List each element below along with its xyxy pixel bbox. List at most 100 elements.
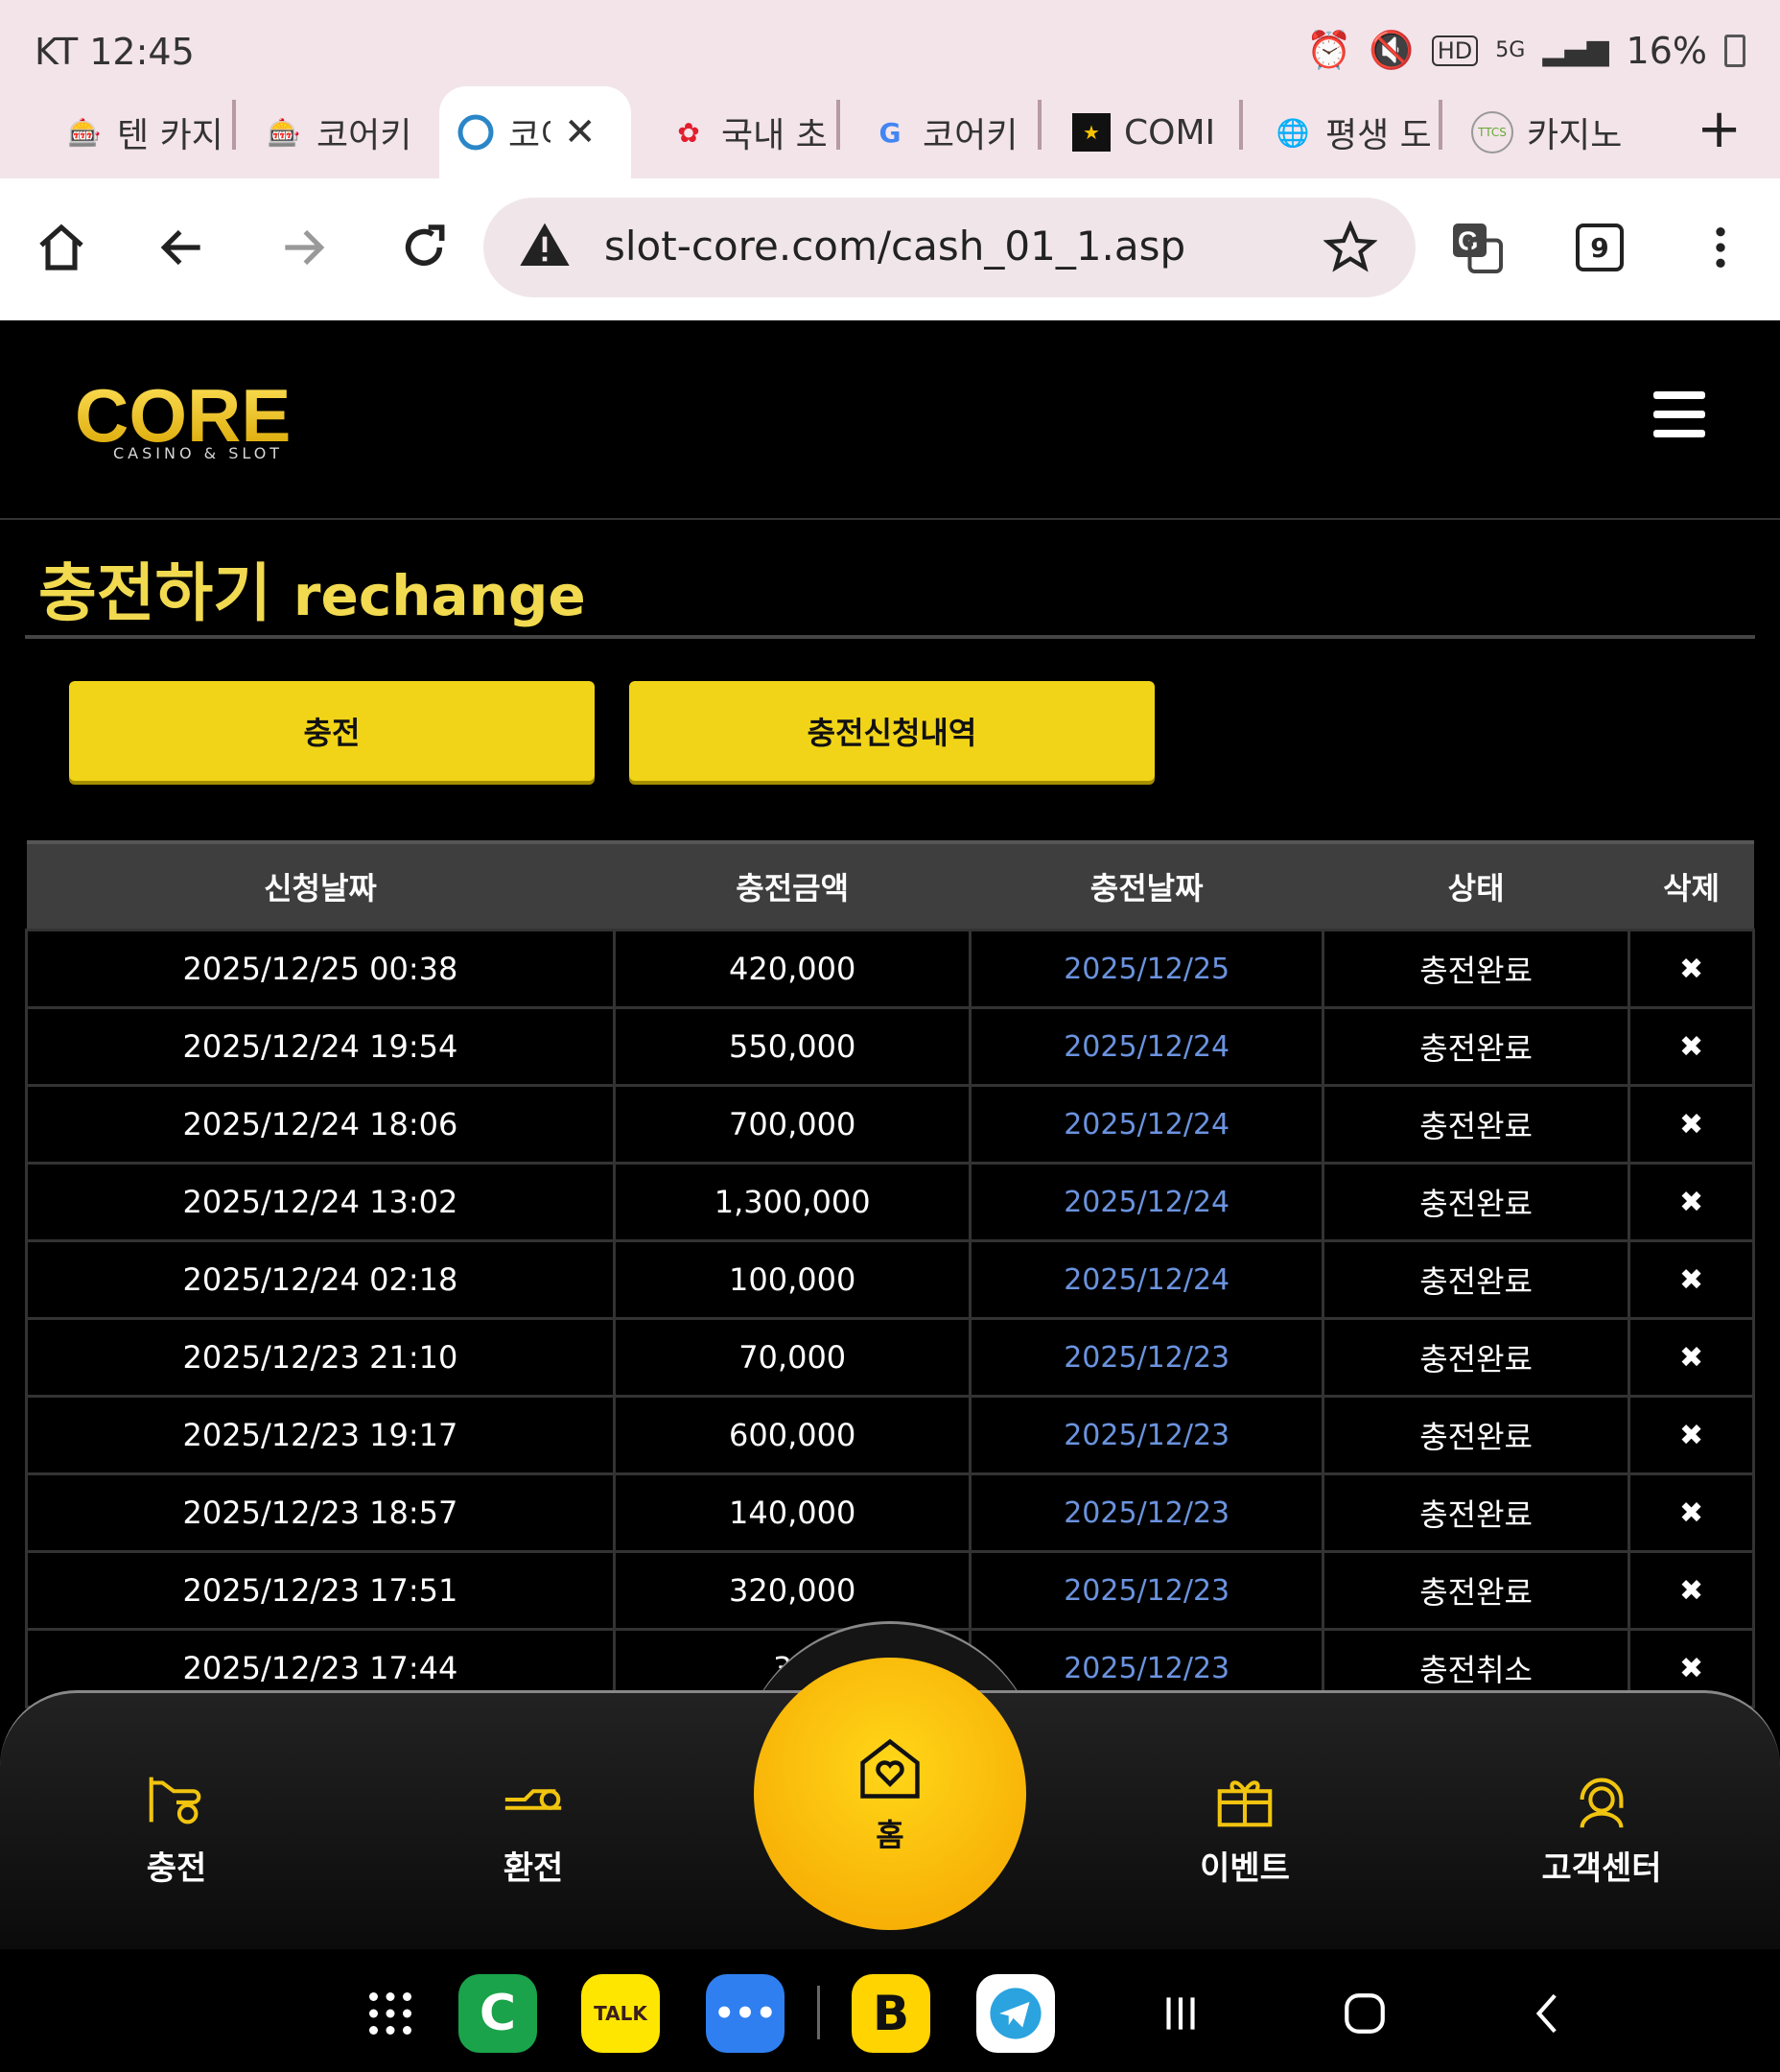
table-header-row: 신청날짜 충전금액 충전날짜 상태 삭제	[26, 840, 1754, 930]
tab-separator	[1239, 100, 1243, 150]
home-icon[interactable]	[31, 217, 92, 278]
bookmark-star-icon[interactable]	[1323, 220, 1378, 278]
tab-strip: 🎰 텐 카지 🎰 코어키 코이 ✕ ✿ 국내 초 G 코어키 ★ COMI 🌐 …	[0, 86, 1780, 178]
delete-icon[interactable]: ✖	[1628, 1472, 1755, 1553]
new-tab-icon[interactable]: +	[1697, 98, 1742, 160]
col-header-status: 상태	[1323, 840, 1629, 930]
url-text[interactable]: slot-core.com/cash_01_1.asp	[604, 223, 1185, 270]
status: 충전완료	[1321, 1084, 1631, 1165]
tab-1[interactable]: 🎰 코어키	[247, 86, 439, 178]
delete-icon[interactable]: ✖	[1628, 1239, 1755, 1320]
tab-count: 9	[1576, 224, 1624, 271]
apps-grid-icon[interactable]	[351, 1974, 430, 2053]
more-menu-icon[interactable]	[1690, 217, 1751, 278]
delete-icon[interactable]: ✖	[1628, 1395, 1755, 1475]
close-tab-icon[interactable]: ✕	[564, 110, 597, 154]
circle-icon	[457, 113, 495, 152]
hd-icon: HD	[1431, 35, 1479, 66]
table-row: 2025/12/23 19:17 600,000 2025/12/23 충전완료…	[25, 1395, 1755, 1475]
tab-switcher-button[interactable]: 9	[1569, 217, 1630, 278]
home-system-icon[interactable]	[1325, 1974, 1404, 2053]
status: 충전완료	[1321, 1472, 1631, 1553]
back-system-icon[interactable]	[1510, 1974, 1588, 2053]
charge-date-link[interactable]: 2025/12/25	[969, 929, 1324, 1009]
request-date: 2025/12/24 18:06	[25, 1084, 616, 1165]
nav-event-label: 이벤트	[1200, 1849, 1290, 1888]
kakaotalk-app-icon[interactable]: TALK	[581, 1974, 660, 2053]
nav-event[interactable]: 이벤트	[1149, 1765, 1341, 1889]
col-header-request-date: 신청날짜	[26, 840, 615, 930]
charge-date-link[interactable]: 2025/12/24	[969, 1162, 1324, 1242]
amount: 100,000	[612, 1239, 972, 1320]
recharge-history-button[interactable]: 충전신청내역	[629, 681, 1155, 781]
tab-label: 코이	[508, 116, 550, 155]
back-arrow-icon[interactable]	[152, 217, 213, 278]
table-row: 2025/12/24 19:54 550,000 2025/12/24 충전완료…	[25, 1006, 1755, 1087]
status: 충전완료	[1321, 1550, 1631, 1631]
delete-icon[interactable]: ✖	[1628, 1084, 1755, 1165]
tab-4[interactable]: G 코어키	[854, 86, 1045, 178]
status: 충전완료	[1321, 1239, 1631, 1320]
logo-tagline: CASINO & SLOT	[113, 444, 284, 462]
delete-icon[interactable]: ✖	[1628, 1317, 1755, 1398]
charge-date-link[interactable]: 2025/12/24	[969, 1006, 1324, 1087]
charge-date-link[interactable]: 2025/12/23	[969, 1317, 1324, 1398]
slot-machine-icon: 🎰	[267, 116, 301, 149]
tab-2-active[interactable]: 코이 ✕	[439, 86, 631, 178]
hand-coin-icon	[81, 1765, 272, 1834]
home-button[interactable]: 홈	[754, 1658, 1026, 1930]
translate-icon[interactable]: G	[1446, 217, 1508, 278]
charge-date-link[interactable]: 2025/12/23	[969, 1472, 1324, 1553]
amount: 700,000	[612, 1084, 972, 1165]
tab-separator	[1038, 100, 1042, 150]
tab-5[interactable]: ★ COMI	[1055, 86, 1247, 178]
tab-3[interactable]: ✿ 국내 초	[652, 86, 844, 178]
table-row: 2025/12/24 18:06 700,000 2025/12/24 충전완료…	[25, 1084, 1755, 1165]
request-date: 2025/12/24 13:02	[25, 1162, 616, 1242]
table-row: 2025/12/23 17:51 320,000 2025/12/23 충전완료…	[25, 1550, 1755, 1631]
table-row: 2025/12/25 00:38 420,000 2025/12/25 충전완료…	[25, 929, 1755, 1009]
tab-separator	[836, 100, 840, 150]
col-header-charge-date: 충전날짜	[970, 840, 1323, 930]
flower-icon: ✿	[677, 116, 700, 149]
tab-6[interactable]: 🌐 평생 도	[1256, 86, 1448, 178]
charge-date-link[interactable]: 2025/12/23	[969, 1395, 1324, 1475]
address-bar[interactable]: slot-core.com/cash_01_1.asp	[483, 198, 1416, 297]
page-title: 충전하기 rechange	[38, 542, 586, 634]
recharge-button[interactable]: 충전	[69, 681, 595, 781]
charge-date-link[interactable]: 2025/12/24	[969, 1239, 1324, 1320]
nav-exchange[interactable]: 환전	[437, 1765, 629, 1889]
reload-icon[interactable]	[393, 217, 455, 278]
tab-7[interactable]: TTCS 카지노	[1454, 86, 1650, 178]
delete-icon[interactable]: ✖	[1628, 1162, 1755, 1242]
status: 충전완료	[1321, 1317, 1631, 1398]
tab-label: 코어키	[923, 116, 1019, 155]
request-date: 2025/12/23 18:57	[25, 1472, 616, 1553]
status: 충전완료	[1321, 1162, 1631, 1242]
hamburger-menu-icon[interactable]	[1653, 391, 1705, 439]
telegram-app-icon[interactable]	[976, 1974, 1055, 2053]
delete-icon[interactable]: ✖	[1628, 1550, 1755, 1631]
amount: 1,300,000	[612, 1162, 972, 1242]
amount: 600,000	[612, 1395, 972, 1475]
mute-icon: 🔇	[1369, 29, 1415, 71]
amount: 70,000	[612, 1317, 972, 1398]
charge-date-link[interactable]: 2025/12/23	[969, 1550, 1324, 1631]
table-row: 2025/12/24 02:18 100,000 2025/12/24 충전완료…	[25, 1239, 1755, 1320]
nav-support[interactable]: 고객센터	[1506, 1765, 1698, 1889]
tab-0[interactable]: 🎰 텐 카지	[48, 86, 240, 178]
messages-app-icon[interactable]: •••	[706, 1974, 785, 2053]
delete-icon[interactable]: ✖	[1628, 929, 1755, 1009]
tab-label: 텐 카지	[117, 116, 222, 155]
warning-icon[interactable]	[518, 219, 572, 276]
forward-arrow-icon[interactable]	[272, 217, 334, 278]
amount: 420,000	[612, 929, 972, 1009]
charge-date-link[interactable]: 2025/12/24	[969, 1084, 1324, 1165]
home-label: 홈	[876, 1817, 904, 1853]
phone-app-icon[interactable]: C	[458, 1974, 537, 2053]
recent-apps-icon[interactable]	[1141, 1974, 1220, 2053]
delete-icon[interactable]: ✖	[1628, 1006, 1755, 1087]
nav-recharge[interactable]: 충전	[81, 1765, 272, 1889]
kakaobank-app-icon[interactable]: B	[852, 1974, 930, 2053]
tab-label: 카지노	[1527, 116, 1623, 155]
